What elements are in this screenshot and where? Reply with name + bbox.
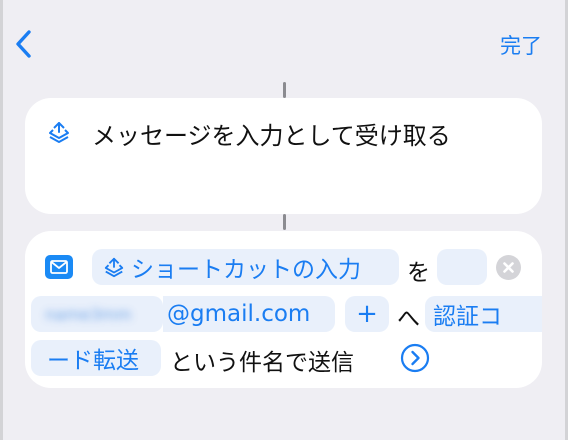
recipient-name-blurred[interactable]: name3mm — [31, 296, 163, 332]
shortcut-input-token[interactable]: ショートカットの入力 — [92, 249, 399, 285]
subject-token-part1[interactable]: 認証コ — [425, 296, 542, 332]
action-send-email-card[interactable]: ショートカットの入力 を name3mm @gmail.com + へ 認証コ … — [25, 231, 542, 388]
empty-parameter-token[interactable] — [437, 249, 487, 285]
connector-line-top — [283, 82, 286, 98]
particle-he: へ — [397, 306, 420, 332]
done-button[interactable]: 完了 — [500, 30, 542, 60]
connector-line-bottom — [283, 214, 286, 230]
action-receive-input-card[interactable]: メッセージを入力として受け取る — [25, 98, 542, 214]
add-recipient-button[interactable]: + — [345, 296, 389, 332]
subject-token-part2[interactable]: ード転送 — [31, 340, 161, 376]
recipient-email-token[interactable]: @gmail.com — [163, 296, 335, 332]
window-edge-left — [0, 0, 3, 440]
action-receive-input-label: メッセージを入力として受け取る — [92, 122, 451, 150]
shortcuts-layers-icon — [104, 257, 124, 278]
back-button[interactable] — [13, 27, 35, 61]
clear-circle-icon — [503, 262, 514, 273]
chevron-left-icon — [16, 30, 31, 58]
chevron-right-circle-icon[interactable] — [400, 343, 430, 373]
shortcut-input-token-label: ショートカットの入力 — [131, 257, 361, 283]
particle-wo: を — [407, 260, 430, 286]
send-with-subject-label: という件名で送信 — [170, 350, 354, 376]
clear-button[interactable] — [496, 255, 521, 280]
mail-icon — [45, 255, 73, 279]
